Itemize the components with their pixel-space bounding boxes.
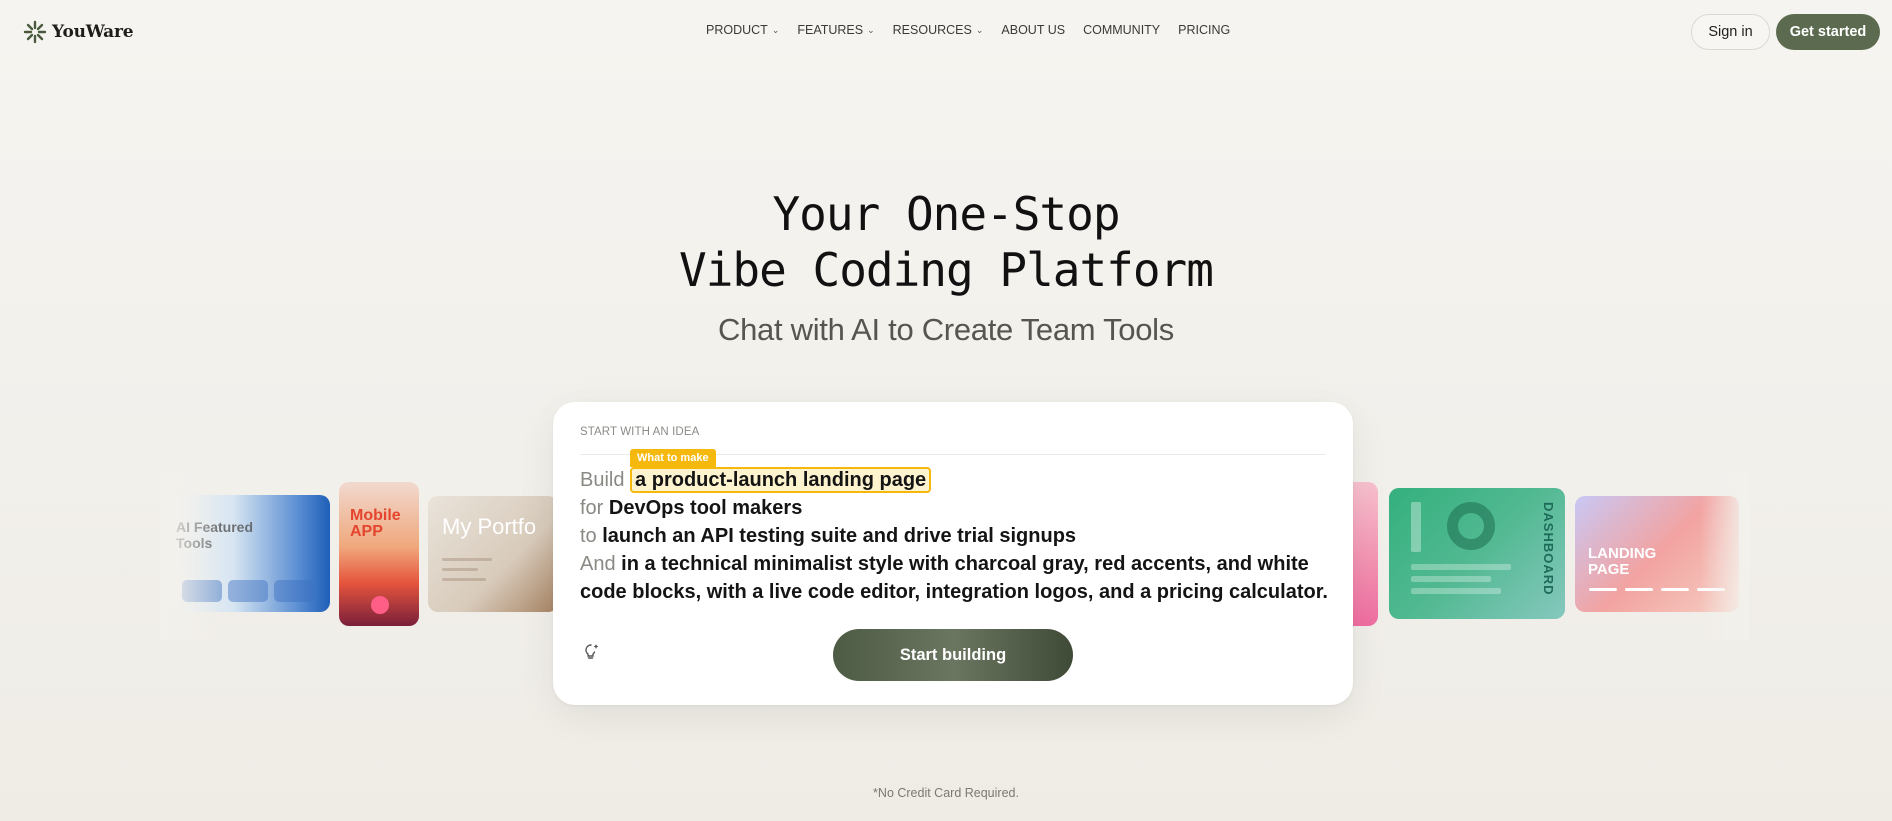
showcase-card-mobile-app[interactable]: Mobile APP (339, 482, 419, 626)
menu-product[interactable]: PRODUCT ⌄ (706, 23, 779, 37)
menu-label: PRICING (1178, 23, 1231, 37)
slot-tag: What to make (630, 449, 716, 467)
card-dot (371, 596, 389, 614)
prompt-keyword: Build (580, 469, 625, 491)
menu-label: ABOUT US (1001, 23, 1066, 37)
menu-label: COMMUNITY (1083, 23, 1161, 37)
card-line (442, 568, 478, 571)
card-bar (1411, 502, 1421, 552)
menu-label: FEATURES (797, 23, 864, 37)
card-block (228, 580, 268, 602)
hero-title-line-1: Your One-Stop (772, 187, 1120, 241)
panel-section-label: START WITH AN IDEA (580, 426, 700, 438)
prompt-value[interactable]: launch an API testing suite and drive tr… (602, 525, 1076, 547)
chevron-down-icon: ⌄ (771, 24, 780, 35)
card-line (442, 558, 492, 561)
card-line (1411, 564, 1511, 570)
chevron-down-icon: ⌄ (975, 24, 984, 35)
menu-about-us[interactable]: ABOUT US (1001, 23, 1065, 37)
chevron-down-icon: ⌄ (867, 24, 875, 35)
menu-label: PRODUCT (706, 23, 768, 37)
card-label: DASHBOARD (1541, 502, 1556, 596)
hero-subtitle: Chat with AI to Create Team Tools (718, 312, 1174, 347)
fade-overlay-right (1700, 470, 1750, 640)
prompt-value[interactable]: DevOps tool makers (609, 497, 802, 519)
prompt-keyword: And (580, 553, 616, 575)
card-label: My Portfo (442, 514, 537, 539)
prompt-keyword: for (580, 497, 604, 519)
menu-community[interactable]: COMMUNITY (1083, 23, 1160, 37)
card-dash (1625, 588, 1653, 591)
no-credit-card-note: *No Credit Card Required. (873, 786, 1019, 800)
get-started-button[interactable]: Get started (1776, 14, 1880, 50)
highlighted-slot[interactable]: What to make a product-launch landing pa… (630, 449, 932, 493)
brand-name: YouWare (52, 22, 134, 42)
fade-overlay-left (160, 470, 220, 640)
prompt-line-for: for DevOps tool makers (580, 494, 1340, 522)
menu-features[interactable]: FEATURES ⌄ (797, 23, 874, 37)
card-dash (1661, 588, 1689, 591)
card-line (1411, 576, 1491, 582)
card-label: Mobile APP (350, 507, 401, 540)
hero-title: Your One-Stop Vibe Coding Platform (0, 186, 1892, 298)
prompt-value: a product-launch landing page (635, 469, 927, 491)
card-line (442, 578, 486, 581)
hero-title-line-2: Vibe Coding Platform (679, 243, 1214, 297)
donut-chart-icon (1447, 502, 1495, 550)
prompt-keyword: to (580, 525, 597, 547)
card-dash (1589, 588, 1617, 591)
sign-in-button[interactable]: Sign in (1691, 14, 1770, 50)
prompt-value[interactable]: in a technical minimalist style with cha… (580, 553, 1328, 603)
card-label: LANDING PAGE (1588, 545, 1657, 578)
logo[interactable]: YouWare (22, 19, 134, 45)
menu-label: RESOURCES (892, 23, 972, 37)
idea-prompt-panel: START WITH AN IDEA Build What to make a … (553, 402, 1353, 705)
lightbulb-sparkle-icon[interactable] (583, 642, 601, 660)
asterisk-logo-icon (23, 20, 47, 44)
top-nav: YouWare PRODUCT ⌄ FEATURES ⌄ RESOURCES ⌄… (0, 0, 1892, 62)
main-menu: PRODUCT ⌄ FEATURES ⌄ RESOURCES ⌄ ABOUT U… (706, 23, 1230, 37)
prompt-line-build: Build What to make a product-launch land… (580, 449, 1340, 494)
prompt-text[interactable]: Build What to make a product-launch land… (580, 449, 1340, 606)
start-building-button[interactable]: Start building (833, 629, 1073, 681)
menu-pricing[interactable]: PRICING (1178, 23, 1230, 37)
card-line (1411, 588, 1501, 594)
prompt-line-and: And in a technical minimalist style with… (580, 550, 1340, 606)
menu-resources[interactable]: RESOURCES ⌄ (893, 23, 984, 37)
card-block (274, 580, 314, 602)
showcase-card-dashboard[interactable]: DASHBOARD (1389, 488, 1565, 619)
prompt-line-to: to launch an API testing suite and drive… (580, 522, 1340, 550)
showcase-card-portfolio[interactable]: My Portfo (428, 496, 558, 612)
